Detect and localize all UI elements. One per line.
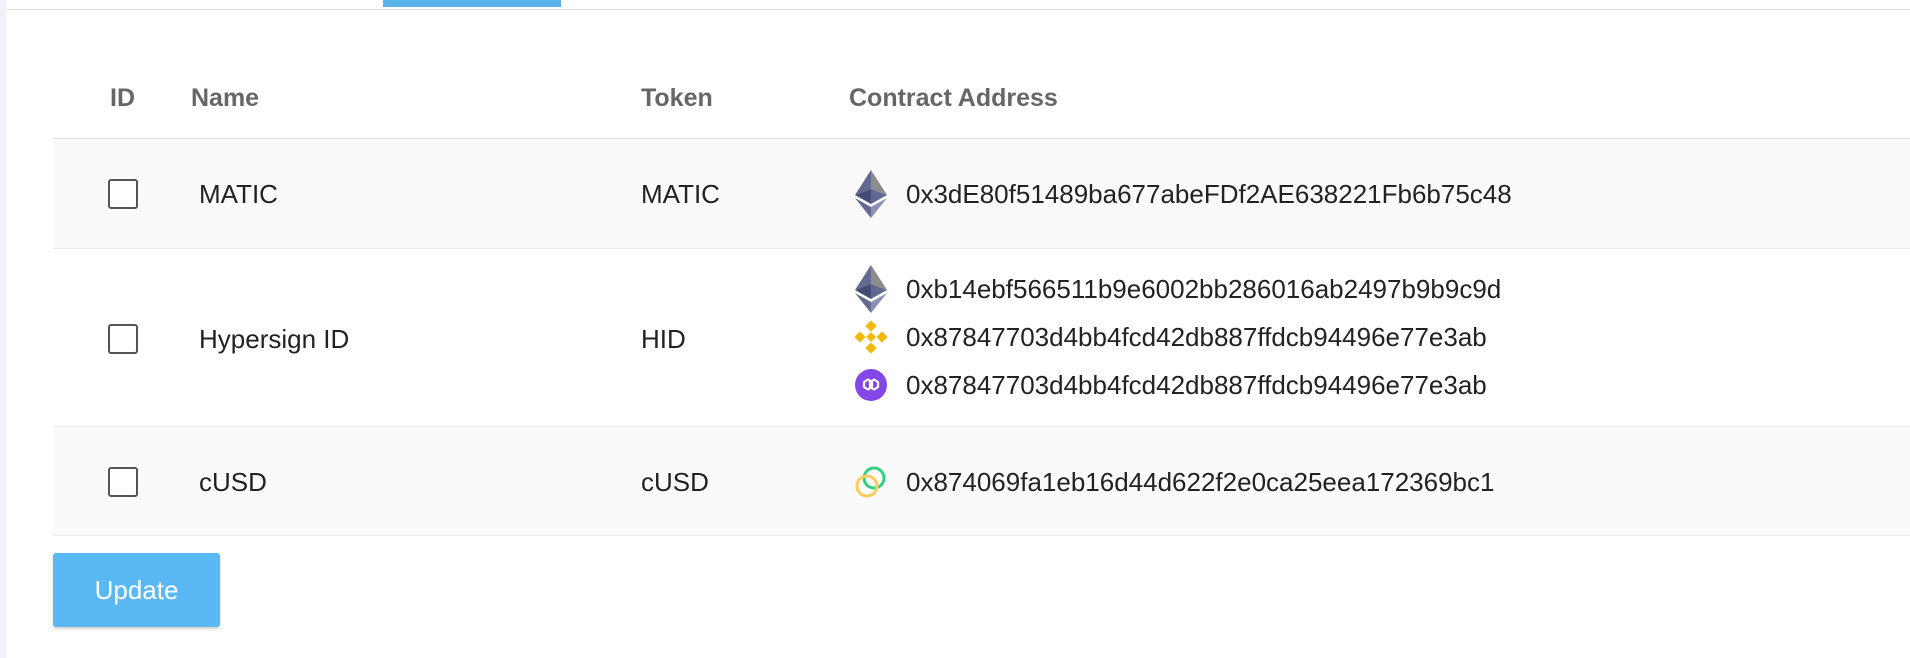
token-table: ID Name Token Contract Address MATIC MAT… — [53, 60, 1910, 536]
header-name: Name — [191, 84, 260, 112]
contract-address: 0x3dE80f51489ba677abeFDf2AE638221Fb6b75c… — [906, 178, 1512, 209]
celo-icon — [854, 458, 888, 506]
ethereum-icon — [854, 265, 888, 313]
token-name: Hypersign ID — [199, 324, 350, 354]
table-row: MATIC MATIC 0x3dE80f51489ba677abeFDf2AE6… — [53, 139, 1910, 249]
contract-address: 0x87847703d4bb4fcd42db887ffdcb94496e77e3… — [906, 321, 1487, 352]
header-contract-address: Contract Address — [849, 84, 1058, 112]
contract-address-line: 0x3dE80f51489ba677abeFDf2AE638221Fb6b75c… — [854, 170, 1512, 218]
tab-bar — [6, 0, 1910, 10]
table-row: Hypersign ID HID 0xb14ebf566511b9e6002bb… — [53, 249, 1910, 427]
contract-address-line: 0xb14ebf566511b9e6002bb286016ab2497b9b9c… — [854, 265, 1501, 313]
row-checkbox[interactable] — [108, 324, 138, 354]
token-symbol: HID — [641, 324, 686, 354]
binance-icon — [854, 313, 888, 361]
contract-address: 0x874069fa1eb16d44d622f2e0ca25eea172369b… — [906, 466, 1495, 497]
header-id: ID — [110, 84, 135, 112]
token-name: MATIC — [199, 179, 278, 209]
token-symbol: cUSD — [641, 467, 709, 497]
contract-address-line: 0x874069fa1eb16d44d622f2e0ca25eea172369b… — [854, 458, 1494, 506]
contract-address: 0xb14ebf566511b9e6002bb286016ab2497b9b9c… — [906, 273, 1502, 304]
token-name: cUSD — [199, 467, 267, 497]
row-checkbox[interactable] — [108, 179, 138, 209]
table-row: cUSD cUSD 0x874069fa1eb16d44d622f2e0ca25… — [53, 427, 1910, 536]
token-symbol: MATIC — [641, 179, 720, 209]
ethereum-icon — [854, 170, 888, 218]
table-header: ID Name Token Contract Address — [53, 60, 1910, 139]
header-token: Token — [641, 84, 713, 112]
contract-address-line: 0x87847703d4bb4fcd42db887ffdcb94496e77e3… — [854, 361, 1487, 409]
polygon-icon — [854, 361, 888, 409]
side-edge — [0, 0, 6, 658]
active-tab-indicator — [383, 0, 561, 7]
contract-address-line: 0x87847703d4bb4fcd42db887ffdcb94496e77e3… — [854, 313, 1487, 361]
contract-address: 0x87847703d4bb4fcd42db887ffdcb94496e77e3… — [906, 369, 1487, 400]
update-button[interactable]: Update — [53, 553, 220, 627]
row-checkbox[interactable] — [108, 467, 138, 497]
